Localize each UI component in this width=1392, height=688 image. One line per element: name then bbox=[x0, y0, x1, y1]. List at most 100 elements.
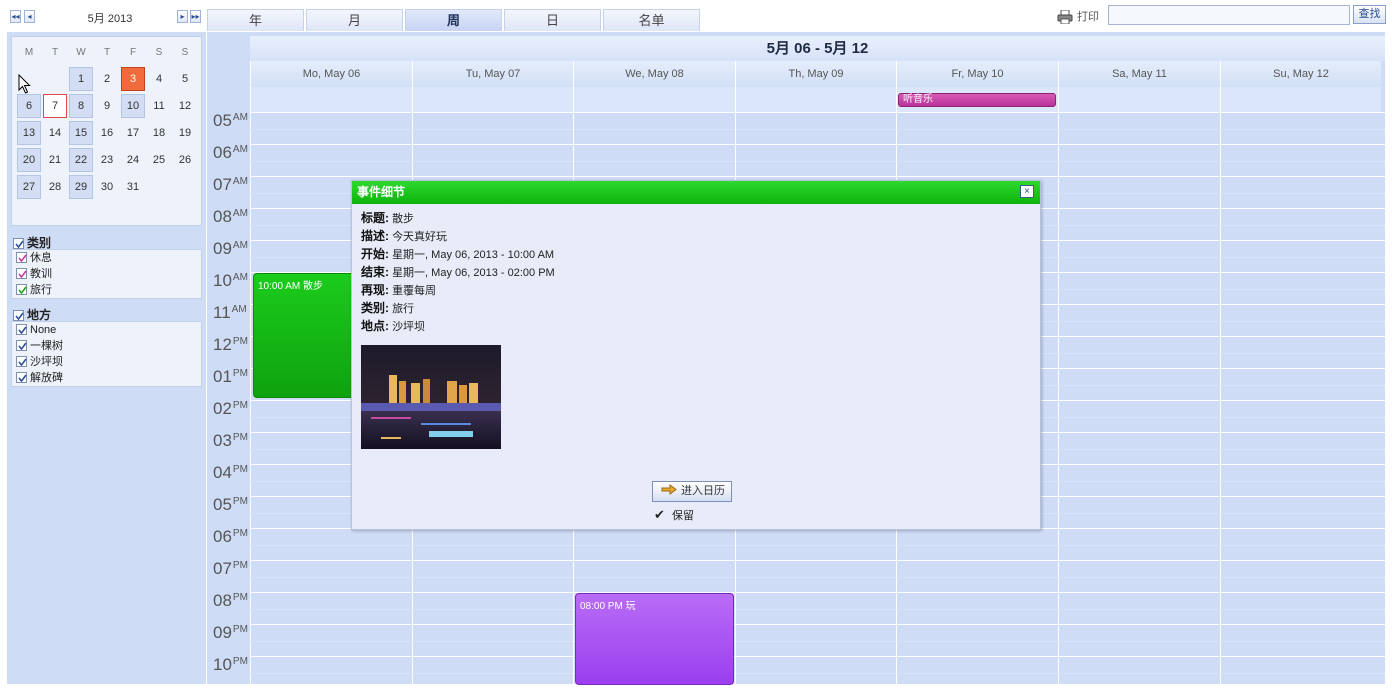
detail-value: 旅行 bbox=[392, 303, 415, 315]
place-item[interactable]: None bbox=[12, 322, 201, 338]
hour-label: 04PM bbox=[213, 463, 248, 482]
mini-calendar-day[interactable]: 17 bbox=[121, 121, 145, 145]
checkbox-icon[interactable] bbox=[16, 356, 27, 367]
mini-calendar-day[interactable]: 29 bbox=[69, 175, 93, 199]
next-month-icon[interactable]: ▸ bbox=[177, 10, 188, 23]
day-column-header[interactable]: Tu, May 07 bbox=[412, 61, 573, 87]
day-column-header[interactable]: Mo, May 06 bbox=[250, 61, 412, 87]
place-item[interactable]: 一棵树 bbox=[12, 338, 201, 354]
mini-calendar-day[interactable]: 10 bbox=[121, 94, 145, 118]
category-item[interactable]: 旅行 bbox=[12, 282, 201, 298]
tab-week[interactable]: 周 bbox=[405, 9, 502, 31]
detail-row: 类别: 旅行 bbox=[361, 299, 414, 317]
day-column-header[interactable]: Sa, May 11 bbox=[1058, 61, 1220, 87]
mini-calendar-day[interactable]: 23 bbox=[95, 148, 119, 172]
all-day-cell[interactable] bbox=[412, 87, 573, 112]
detail-label: 结束: bbox=[361, 265, 389, 279]
mini-calendar-day[interactable]: 4 bbox=[147, 67, 171, 91]
checkbox-icon[interactable] bbox=[16, 372, 27, 383]
day-column-header[interactable]: Fr, May 10 bbox=[896, 61, 1058, 87]
hour-row bbox=[250, 144, 1385, 176]
weekday-header: T bbox=[103, 47, 111, 58]
checkbox-icon[interactable] bbox=[13, 238, 24, 249]
mini-calendar-day[interactable]: 1 bbox=[69, 67, 93, 91]
top-bar: ◂◂ ◂ 5月 2013 ▸ ▸▸ 年 月 周 日 名单 打印 查找 bbox=[0, 0, 1392, 32]
mini-calendar-day[interactable]: 30 bbox=[95, 175, 119, 199]
detail-row: 标题: 散步 bbox=[361, 209, 414, 227]
mini-calendar-day[interactable]: 20 bbox=[17, 148, 41, 172]
enter-calendar-button[interactable]: 进入日历 bbox=[652, 481, 732, 502]
hour-label: 10PM bbox=[213, 655, 248, 674]
place-item[interactable]: 沙坪坝 bbox=[12, 354, 201, 370]
day-column-header[interactable]: We, May 08 bbox=[573, 61, 735, 87]
keep-checkbox[interactable]: ✔ 保留 bbox=[654, 507, 694, 523]
checkbox-icon[interactable] bbox=[13, 310, 24, 321]
mini-calendar-day[interactable]: 9 bbox=[95, 94, 119, 118]
mini-calendar-day[interactable]: 31 bbox=[121, 175, 145, 199]
day-column-header[interactable]: Su, May 12 bbox=[1220, 61, 1381, 87]
hour-label: 07PM bbox=[213, 559, 248, 578]
checkbox-icon[interactable] bbox=[16, 340, 27, 351]
mini-calendar-day[interactable]: 13 bbox=[17, 121, 41, 145]
place-item[interactable]: 解放碑 bbox=[12, 370, 201, 386]
hour-label: 11AM bbox=[213, 303, 247, 322]
mini-calendar-day[interactable]: 16 bbox=[95, 121, 119, 145]
detail-row: 结束: 星期一, May 06, 2013 - 02:00 PM bbox=[361, 263, 555, 281]
mini-calendar-day[interactable]: 15 bbox=[69, 121, 93, 145]
tab-year[interactable]: 年 bbox=[207, 9, 304, 31]
close-icon[interactable]: × bbox=[1020, 185, 1034, 198]
mini-calendar-day[interactable]: 3 bbox=[121, 67, 145, 91]
next-year-icon[interactable]: ▸▸ bbox=[190, 10, 201, 23]
hour-label: 08AM bbox=[213, 207, 248, 226]
event-play[interactable]: 08:00 PM 玩 bbox=[575, 593, 734, 685]
category-item[interactable]: 教训 bbox=[12, 266, 201, 282]
mini-calendar-day[interactable]: 28 bbox=[43, 175, 67, 199]
all-day-cell[interactable] bbox=[1220, 87, 1381, 112]
checkbox-icon[interactable] bbox=[16, 324, 27, 335]
mini-calendar-day[interactable]: 18 bbox=[147, 121, 171, 145]
category-list: 休息 教训 旅行 bbox=[11, 249, 202, 299]
checkbox-icon[interactable] bbox=[16, 284, 27, 295]
prev-month-icon[interactable]: ◂ bbox=[24, 10, 35, 23]
tab-list[interactable]: 名单 bbox=[603, 9, 700, 31]
all-day-cell[interactable] bbox=[573, 87, 735, 112]
search-button[interactable]: 查找 bbox=[1353, 5, 1386, 24]
mini-calendar-day[interactable]: 11 bbox=[147, 94, 171, 118]
mini-calendar-day[interactable]: 5 bbox=[173, 67, 197, 91]
tab-month[interactable]: 月 bbox=[306, 9, 403, 31]
all-day-cell[interactable] bbox=[250, 87, 412, 112]
category-item[interactable]: 休息 bbox=[12, 250, 201, 266]
mini-calendar-day[interactable]: 21 bbox=[43, 148, 67, 172]
mini-calendar-day[interactable]: 26 bbox=[173, 148, 197, 172]
mini-calendar: M T W T F S S 1 2 3 4 5 6 7 8 9 10 11 12 13 14 15 16 17 18 19 20 21… bbox=[11, 36, 202, 226]
mini-calendar-day[interactable]: 25 bbox=[147, 148, 171, 172]
mini-calendar-day[interactable]: 6 bbox=[17, 94, 41, 118]
day-column-header[interactable]: Th, May 09 bbox=[735, 61, 896, 87]
all-day-cell[interactable] bbox=[1058, 87, 1220, 112]
all-day-cell[interactable] bbox=[735, 87, 896, 112]
mini-calendar-day[interactable]: 2 bbox=[95, 67, 119, 91]
mini-calendar-day[interactable]: 12 bbox=[173, 94, 197, 118]
sidebar: M T W T F S S 1 2 3 4 5 6 7 8 9 10 11 12 13 14 15 16 17 18 19 20 21… bbox=[7, 32, 206, 684]
mini-calendar-day[interactable]: 24 bbox=[121, 148, 145, 172]
mini-calendar-day[interactable]: 8 bbox=[69, 94, 93, 118]
event-music[interactable]: 听音乐 bbox=[898, 93, 1056, 107]
hour-label: 05PM bbox=[213, 495, 248, 514]
printer-icon bbox=[1057, 9, 1073, 25]
checkbox-icon[interactable] bbox=[16, 252, 27, 263]
print-label: 打印 bbox=[1077, 11, 1099, 23]
hour-row bbox=[250, 560, 1385, 592]
mini-calendar-day[interactable]: 14 bbox=[43, 121, 67, 145]
detail-value: 沙坪坝 bbox=[392, 321, 426, 333]
checkbox-icon[interactable] bbox=[16, 268, 27, 279]
print-button[interactable]: 打印 bbox=[1057, 9, 1099, 25]
mini-calendar-day[interactable]: 7 bbox=[43, 94, 67, 118]
arrow-right-icon bbox=[661, 483, 677, 495]
mini-calendar-day[interactable]: 27 bbox=[17, 175, 41, 199]
mini-calendar-day[interactable]: 19 bbox=[173, 121, 197, 145]
mini-calendar-day[interactable]: 22 bbox=[69, 148, 93, 172]
prev-year-icon[interactable]: ◂◂ bbox=[10, 10, 21, 23]
search-input[interactable] bbox=[1108, 5, 1350, 25]
detail-label: 类别: bbox=[361, 301, 389, 315]
tab-day[interactable]: 日 bbox=[504, 9, 601, 31]
